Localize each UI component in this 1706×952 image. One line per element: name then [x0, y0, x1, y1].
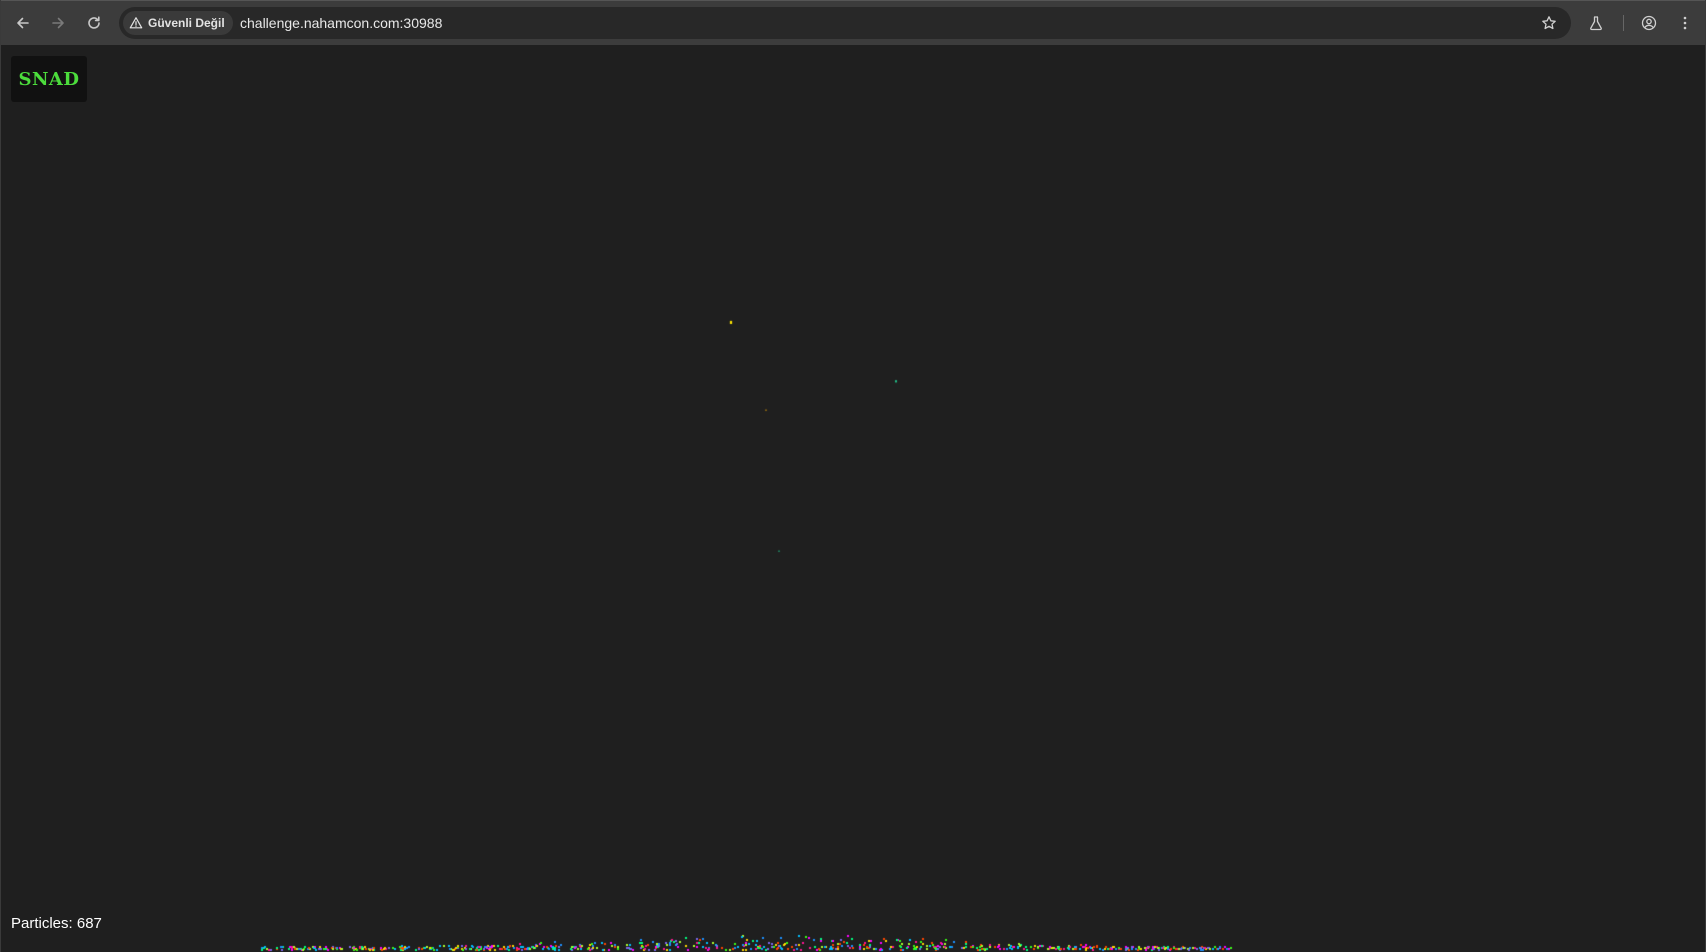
snad-logo: SNAD [11, 56, 87, 102]
forward-button[interactable] [44, 9, 72, 37]
flask-icon [1590, 16, 1602, 31]
bookmark-button[interactable] [1537, 11, 1561, 35]
page-content: SNAD Particles: 687 [1, 45, 1705, 952]
star-icon [1542, 16, 1556, 30]
url-text[interactable]: challenge.nahamcon.com:30988 [240, 14, 442, 32]
particle-canvas[interactable] [1, 45, 1705, 952]
arrow-right-icon [52, 17, 64, 29]
logo-text: SNAD [18, 68, 80, 90]
security-label: Güvenli Değil [148, 16, 225, 30]
profile-icon [1641, 15, 1657, 31]
labs-button[interactable] [1582, 9, 1610, 37]
security-chip[interactable]: Güvenli Değil [123, 11, 233, 35]
warning-triangle-icon [129, 17, 143, 29]
particle-counter: Particles: 687 [11, 915, 102, 932]
back-button[interactable] [9, 9, 37, 37]
address-bar[interactable]: Güvenli Değil challenge.nahamcon.com:309… [119, 7, 1571, 39]
browser-toolbar: Güvenli Değil challenge.nahamcon.com:309… [1, 0, 1705, 45]
menu-button[interactable] [1671, 9, 1699, 37]
reload-icon [88, 16, 100, 29]
toolbar-separator [1623, 15, 1624, 31]
kebab-menu-icon [1683, 16, 1687, 30]
browser-window: Güvenli Değil challenge.nahamcon.com:309… [0, 0, 1706, 952]
arrow-left-icon [17, 17, 29, 29]
profile-button[interactable] [1635, 9, 1663, 37]
reload-button[interactable] [80, 9, 108, 37]
